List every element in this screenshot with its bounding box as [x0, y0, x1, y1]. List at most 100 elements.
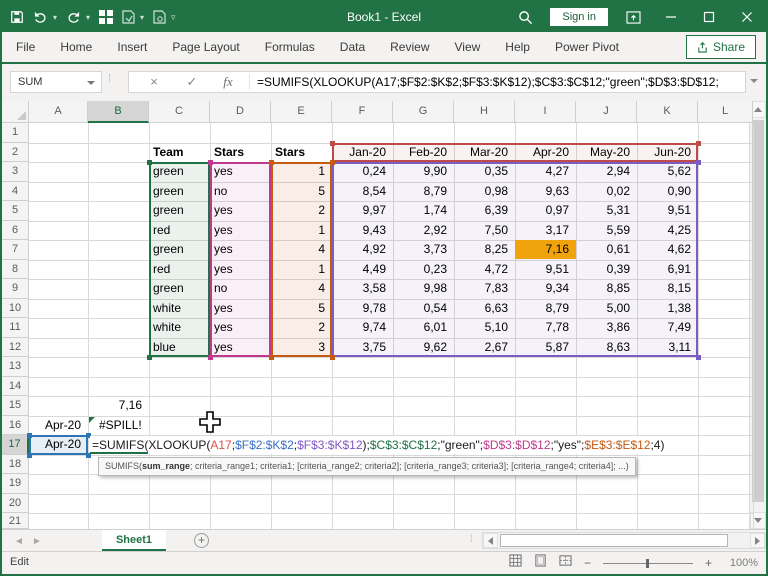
row-header-13[interactable]: 13	[2, 357, 29, 377]
redo-dropdown-icon[interactable]: ▾	[86, 13, 90, 22]
cell-stars-r3[interactable]: yes	[210, 162, 271, 181]
cell-value-r4[interactable]: 9,63	[515, 182, 576, 201]
cell-value-r8[interactable]: 0,23	[393, 260, 454, 279]
cell-value-r8[interactable]: 9,51	[515, 260, 576, 279]
column-header-j[interactable]: J	[576, 101, 637, 123]
cell-a17[interactable]: Apr-20	[29, 435, 88, 454]
page-layout-view-icon[interactable]	[534, 554, 547, 572]
cell-stars-r7[interactable]: yes	[210, 240, 271, 259]
cell-value-r11[interactable]: 5,10	[454, 318, 515, 337]
cell-value-r10[interactable]: 1,38	[637, 299, 698, 318]
cell-count-r4[interactable]: 5	[271, 182, 332, 201]
cell-i7-highlighted[interactable]: 7,16	[515, 240, 576, 259]
row-header-15[interactable]: 15	[2, 396, 29, 416]
ribbon-tab-insert[interactable]: Insert	[117, 40, 147, 54]
row-header-8[interactable]: 8	[2, 260, 29, 280]
cell-value-r7[interactable]: 4,92	[332, 240, 393, 259]
row-header-20[interactable]: 20	[2, 494, 29, 514]
customize-qat-icon[interactable]: ▿	[171, 12, 176, 23]
cell-value-r12[interactable]: 8,63	[576, 338, 637, 357]
cell-value-r11[interactable]: 9,74	[332, 318, 393, 337]
row-header-16[interactable]: 16	[2, 416, 29, 436]
row-header-17[interactable]: 17	[2, 435, 29, 455]
grid-tool-icon[interactable]	[99, 10, 113, 24]
scroll-right-icon[interactable]	[750, 533, 765, 548]
cell-value-r4[interactable]: 8,79	[393, 182, 454, 201]
normal-view-icon[interactable]	[509, 554, 522, 572]
cell-value-r9[interactable]: 8,85	[576, 279, 637, 298]
save-icon[interactable]	[10, 10, 24, 24]
cell-value-r9[interactable]: 8,15	[637, 279, 698, 298]
cell-count-r9[interactable]: 4	[271, 279, 332, 298]
ribbon-display-options-icon[interactable]	[614, 2, 652, 32]
cancel-button[interactable]: ×	[139, 72, 169, 92]
cell-value-r6[interactable]: 9,43	[332, 221, 393, 240]
cell-value-r7[interactable]: 3,73	[393, 240, 454, 259]
cell-stars-r12[interactable]: yes	[210, 338, 271, 357]
document-tool-icon[interactable]	[122, 10, 135, 24]
ribbon-tab-view[interactable]: View	[455, 40, 481, 54]
cell-value-r4[interactable]: 0,98	[454, 182, 515, 201]
cell-count-r6[interactable]: 1	[271, 221, 332, 240]
ribbon-tab-power-pivot[interactable]: Power Pivot	[555, 40, 619, 54]
ribbon-tab-review[interactable]: Review	[390, 40, 429, 54]
vertical-scrollbar[interactable]	[749, 101, 766, 529]
zoom-out-button[interactable]: −	[584, 556, 591, 570]
row-header-18[interactable]: 18	[2, 455, 29, 475]
cell-value-r7[interactable]: 8,25	[454, 240, 515, 259]
redo-icon[interactable]	[66, 11, 81, 24]
cell-value-r4[interactable]: 8,54	[332, 182, 393, 201]
column-header-d[interactable]: D	[210, 101, 271, 123]
column-header-l[interactable]: L	[698, 101, 753, 123]
cell-team-r3[interactable]: green	[149, 162, 210, 181]
ribbon-tab-data[interactable]: Data	[340, 40, 365, 54]
row-header-4[interactable]: 4	[2, 182, 29, 202]
zoom-level[interactable]: 100%	[724, 557, 758, 569]
formula-bar-input[interactable]: =SUMIFS(XLOOKUP(A17;$F$2:$K$2;$F$3:$K$12…	[257, 72, 729, 92]
cell-value-r10[interactable]: 5,00	[576, 299, 637, 318]
insert-function-button[interactable]: fx	[213, 72, 243, 92]
cell-e2[interactable]: Stars	[271, 143, 332, 162]
cell-value-r5[interactable]: 9,97	[332, 201, 393, 220]
horizontal-scrollbar-thumb[interactable]	[500, 534, 728, 547]
cell-stars-r8[interactable]: yes	[210, 260, 271, 279]
column-header-c[interactable]: C	[149, 101, 210, 123]
row-header-2[interactable]: 2	[2, 143, 29, 163]
expand-formula-bar-icon[interactable]	[750, 79, 758, 83]
ribbon-tab-file[interactable]: File	[16, 40, 35, 54]
scroll-left-icon[interactable]	[483, 533, 498, 548]
cell-stars-r6[interactable]: yes	[210, 221, 271, 240]
cell-value-r8[interactable]: 4,49	[332, 260, 393, 279]
cell-value-r12[interactable]: 5,87	[515, 338, 576, 357]
cell-value-r11[interactable]: 3,86	[576, 318, 637, 337]
row-header-7[interactable]: 7	[2, 240, 29, 260]
cell-value-r7[interactable]: 4,62	[637, 240, 698, 259]
cell-month-mar-20[interactable]: Mar-20	[454, 143, 515, 162]
cell-value-r5[interactable]: 6,39	[454, 201, 515, 220]
cell-month-may-20[interactable]: May-20	[576, 143, 637, 162]
cell-value-r7[interactable]: 0,61	[576, 240, 637, 259]
cell-b16-spill-error[interactable]: #SPILL!	[88, 416, 149, 435]
cell-value-r9[interactable]: 9,34	[515, 279, 576, 298]
cell-value-r6[interactable]: 4,25	[637, 221, 698, 240]
new-sheet-button[interactable]: +	[194, 533, 209, 548]
cell-value-r6[interactable]: 2,92	[393, 221, 454, 240]
row-header-21[interactable]: 21	[2, 513, 29, 529]
cell-team-r7[interactable]: green	[149, 240, 210, 259]
cell-value-r9[interactable]: 9,98	[393, 279, 454, 298]
cell-c2[interactable]: Team	[149, 143, 210, 162]
cell-value-r6[interactable]: 7,50	[454, 221, 515, 240]
horizontal-scrollbar[interactable]	[482, 532, 766, 549]
cell-value-r11[interactable]: 7,78	[515, 318, 576, 337]
ribbon-tab-formulas[interactable]: Formulas	[265, 40, 315, 54]
cell-count-r5[interactable]: 2	[271, 201, 332, 220]
cell-value-r10[interactable]: 9,78	[332, 299, 393, 318]
column-header-e[interactable]: E	[271, 101, 332, 123]
cell-value-r3[interactable]: 0,24	[332, 162, 393, 181]
ribbon-tab-help[interactable]: Help	[505, 40, 530, 54]
cell-b15[interactable]: 7,16	[88, 396, 149, 415]
row-header-5[interactable]: 5	[2, 201, 29, 221]
cell-value-r12[interactable]: 9,62	[393, 338, 454, 357]
cell-value-r12[interactable]: 3,11	[637, 338, 698, 357]
cell-stars-r10[interactable]: yes	[210, 299, 271, 318]
